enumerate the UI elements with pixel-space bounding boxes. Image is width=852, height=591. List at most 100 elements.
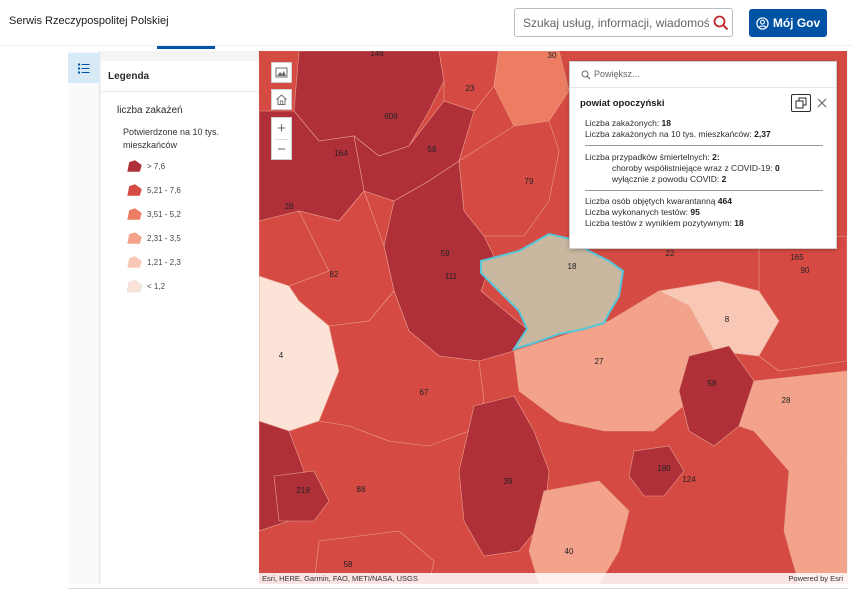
popup-field: wyłącznie z powodu COVID: 2 — [612, 174, 726, 184]
basemap-gallery-button[interactable] — [271, 62, 292, 83]
legend-label: < 1,2 — [147, 281, 166, 291]
popup-field: Liczba przypadków śmiertelnych: 2: — [585, 152, 720, 162]
field-label: Liczba testów z wynikiem pozytywnym: — [585, 218, 735, 228]
region-label: 180 — [657, 464, 671, 473]
legend-item: < 1,2 — [126, 278, 165, 294]
field-value: 0 — [774, 163, 780, 173]
region-label: 219 — [296, 486, 310, 495]
search-icon[interactable] — [713, 15, 729, 31]
top-bar: Serwis Rzeczypospolitej Polskiej Mój Gov — [0, 0, 852, 46]
bottom-border — [68, 588, 848, 589]
region-label: 124 — [682, 475, 696, 484]
region-label: 111 — [445, 272, 458, 281]
mojgov-label: Mój Gov — [772, 16, 821, 30]
field-value: 2 — [721, 174, 727, 184]
zoom-search-icon — [581, 70, 591, 80]
legend-title: Legenda — [108, 71, 150, 82]
popup-divider — [585, 190, 823, 191]
legend-panel: Legenda liczba zakażeń Potwierdzone na 1… — [101, 61, 259, 584]
zoom-in-button[interactable]: + — [272, 118, 291, 139]
region-label: 28 — [782, 396, 791, 405]
search-input[interactable] — [523, 14, 709, 32]
field-label: Liczba zakażonych: — [585, 118, 662, 128]
field-value: 18 — [661, 118, 672, 128]
field-value: 2: — [712, 152, 720, 162]
legend-swatch — [126, 183, 143, 197]
field-label: Liczba osób objętych kwarantanną — [585, 196, 718, 206]
popup-divider — [585, 145, 823, 146]
field-value: 464 — [717, 196, 732, 206]
legend-swatch — [126, 255, 143, 269]
field-label: choroby współistniejące wraz z COVID-19: — [612, 163, 775, 173]
field-label: Liczba wykonanych testów: — [585, 207, 691, 217]
legend-item: 3,51 - 5,2 — [126, 206, 181, 222]
field-label: wyłącznie z powodu COVID: — [612, 174, 722, 184]
region-label: 79 — [525, 177, 534, 186]
zoom-out-button[interactable]: − — [272, 139, 291, 160]
popup-field: Liczba zakażonych na 10 tys. mieszkańców… — [585, 129, 771, 139]
popup-title: powiat opoczyński — [580, 98, 665, 109]
popup-field: choroby współistniejące wraz z COVID-19:… — [612, 163, 780, 173]
legend-item: 5,21 - 7,6 — [126, 182, 181, 198]
region-label: 59 — [441, 249, 450, 258]
legend-swatch — [126, 207, 143, 221]
legend-label: 5,21 - 7,6 — [147, 185, 181, 195]
home-button[interactable] — [271, 89, 292, 110]
legend-swatch — [126, 279, 143, 293]
search-box[interactable] — [514, 8, 733, 37]
close-icon[interactable] — [816, 97, 828, 109]
legend-label: 3,51 - 5,2 — [147, 209, 181, 219]
dock-icon — [795, 97, 807, 109]
legend-toggle-button[interactable] — [68, 53, 100, 83]
legend-layer-name: liczba zakażeń — [117, 105, 183, 116]
region-label: 28 — [285, 202, 294, 211]
region-label: 58 — [428, 145, 437, 154]
legend-label: 2,31 - 3,5 — [147, 233, 181, 243]
field-value: 95 — [690, 207, 700, 217]
popup-search-placeholder: Powiększ... — [594, 69, 640, 79]
region-label: 164 — [334, 149, 348, 158]
attribution-text[interactable]: Esri, HERE, Garmin, FAO, METI/NASA, USGS — [262, 574, 418, 583]
user-icon — [756, 16, 769, 30]
zoom-controls: + − — [271, 117, 292, 160]
legend-swatch — [126, 231, 143, 245]
region-label: 146 — [370, 51, 384, 58]
field-value: 2,37 — [754, 129, 771, 139]
region-label: 67 — [420, 388, 429, 397]
region-label: 8 — [725, 315, 730, 324]
powered-by-esri[interactable]: Powered by Esri — [788, 574, 843, 583]
image-icon — [275, 67, 288, 78]
region-label: 30 — [548, 51, 557, 60]
legend-swatch — [126, 159, 143, 173]
region-label: 88 — [357, 485, 366, 494]
region-label: 58 — [708, 379, 717, 388]
home-icon — [276, 94, 287, 105]
legend-field-name: Potwierdzone na 10 tys. mieszkańców — [123, 127, 220, 150]
popup-field: Liczba wykonanych testów: 95 — [585, 207, 700, 217]
dock-button[interactable] — [791, 94, 811, 112]
legend-divider — [101, 91, 259, 92]
site-name[interactable]: Serwis Rzeczypospolitej Polskiej — [9, 15, 169, 27]
mojgov-button[interactable]: Mój Gov — [749, 9, 827, 37]
field-label: Liczba zakażonych na 10 tys. mieszkańców… — [585, 129, 755, 139]
side-toolbar — [68, 51, 100, 584]
region-label: 165 — [790, 253, 804, 262]
region-label: 27 — [595, 357, 604, 366]
region-label: 23 — [466, 84, 475, 93]
region-label: 4 — [279, 351, 284, 360]
region-label: 58 — [344, 560, 353, 569]
region-label: 22 — [666, 249, 675, 258]
legend-item: 1,21 - 2,3 — [126, 254, 181, 270]
map-attribution: Esri, HERE, Garmin, FAO, METI/NASA, USGS… — [259, 573, 847, 584]
region-label: 39 — [504, 477, 513, 486]
popup-zoom-to[interactable]: Powiększ... — [570, 62, 836, 88]
legend-label: > 7,6 — [147, 161, 166, 171]
region-label: 40 — [565, 547, 574, 556]
legend-item: 2,31 - 3,5 — [126, 230, 181, 246]
popup-field: Liczba testów z wynikiem pozytywnym: 18 — [585, 218, 744, 228]
region-label: 18 — [568, 262, 577, 271]
field-label: Liczba przypadków śmiertelnych: — [585, 152, 713, 162]
field-value: 18 — [734, 218, 744, 228]
region-label: 90 — [801, 266, 810, 275]
region-label: 609 — [384, 112, 398, 121]
